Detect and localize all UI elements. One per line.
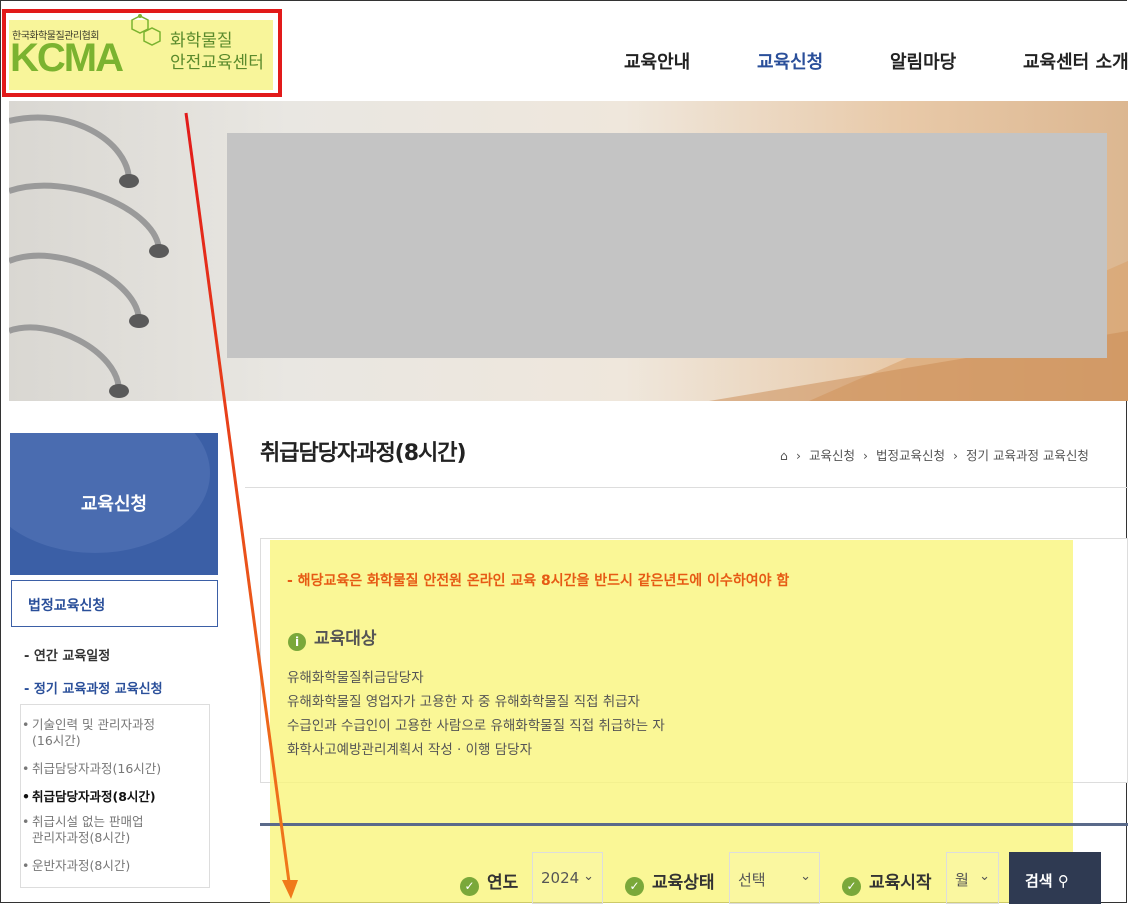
search-icon: ⚲ [1057,872,1069,890]
year-select[interactable]: 2024 ⌄ [532,852,603,904]
check-circle-icon: ✓ [460,877,479,896]
target-item: 유해화학물질취급담당자 [287,670,424,686]
sidebar-item-annual-schedule[interactable]: - 연간 교육일정 [24,645,110,664]
breadcrumb: ⌂ › 교육신청 › 법정교육신청 › 정기 교육과정 교육신청 [780,448,1089,463]
sidebar-group-statutory[interactable]: 법정교육신청 [11,580,218,627]
filter-divider [260,823,1128,826]
breadcrumb-item[interactable]: 법정교육신청 [876,448,945,463]
target-item: 화학사고예방관리계획서 작성 · 이행 담당자 [287,742,533,758]
submenu-item-tech-manager[interactable]: • 기술인력 및 관리자과정 (16시간) [22,717,155,749]
chevron-down-icon: ⌄ [583,869,594,884]
search-button[interactable]: 검색 ⚲ [1009,852,1101,904]
nav-item-notice[interactable]: 알림마당 [890,48,956,74]
status-label: ✓ 교육상태 [625,868,715,896]
check-circle-icon: ✓ [625,877,644,896]
sidebar-item-regular-course[interactable]: - 정기 교육과정 교육신청 [24,678,163,697]
chevron-down-icon: ⌄ [979,869,990,884]
year-label: ✓ 연도 [460,868,518,896]
divider [245,487,1128,488]
target-item: 수급인과 수급인이 고용한 사람으로 유해화학물질 직접 취급하는 자 [287,718,665,734]
breadcrumb-item[interactable]: 교육신청 [809,448,855,463]
nav-item-edu-apply[interactable]: 교육신청 [757,48,823,74]
chevron-down-icon: ⌄ [800,869,811,884]
submenu-item-seller-manager[interactable]: • 취급시설 없는 판매업 관리자과정(8시간) [22,814,143,846]
sidebar-title: 교육신청 [80,494,148,515]
info-icon: i [288,633,306,651]
nav-item-edu-guide[interactable]: 교육안내 [624,48,690,74]
nav-item-center-intro[interactable]: 교육센터 소개 [1023,48,1129,74]
target-heading: i 교육대상 [288,624,377,651]
status-select[interactable]: 선택 ⌄ [729,852,820,904]
start-month-select[interactable]: 월 ⌄ [946,852,999,904]
submenu-item-handler-16h[interactable]: • 취급담당자과정(16시간) [22,761,161,777]
check-circle-icon: ✓ [842,877,861,896]
target-item: 유해화학물질 영업자가 고용한 자 중 유해화학물질 직접 취급자 [287,694,640,710]
page-title: 취급담당자과정(8시간) [260,441,467,466]
banner-placeholder [227,133,1107,358]
notice-text: - 해당교육은 화학물질 안전원 온라인 교육 8시간을 반드시 같은년도에 이… [287,573,790,589]
annotation-highlight-box [2,9,282,97]
breadcrumb-item[interactable]: 정기 교육과정 교육신청 [966,448,1089,463]
submenu-item-transporter[interactable]: • 운반자과정(8시간) [22,858,130,874]
submenu-item-handler-8h[interactable]: • 취급담당자과정(8시간) [22,789,156,805]
home-icon[interactable]: ⌂ [780,448,788,463]
start-label: ✓ 교육시작 [842,868,932,896]
